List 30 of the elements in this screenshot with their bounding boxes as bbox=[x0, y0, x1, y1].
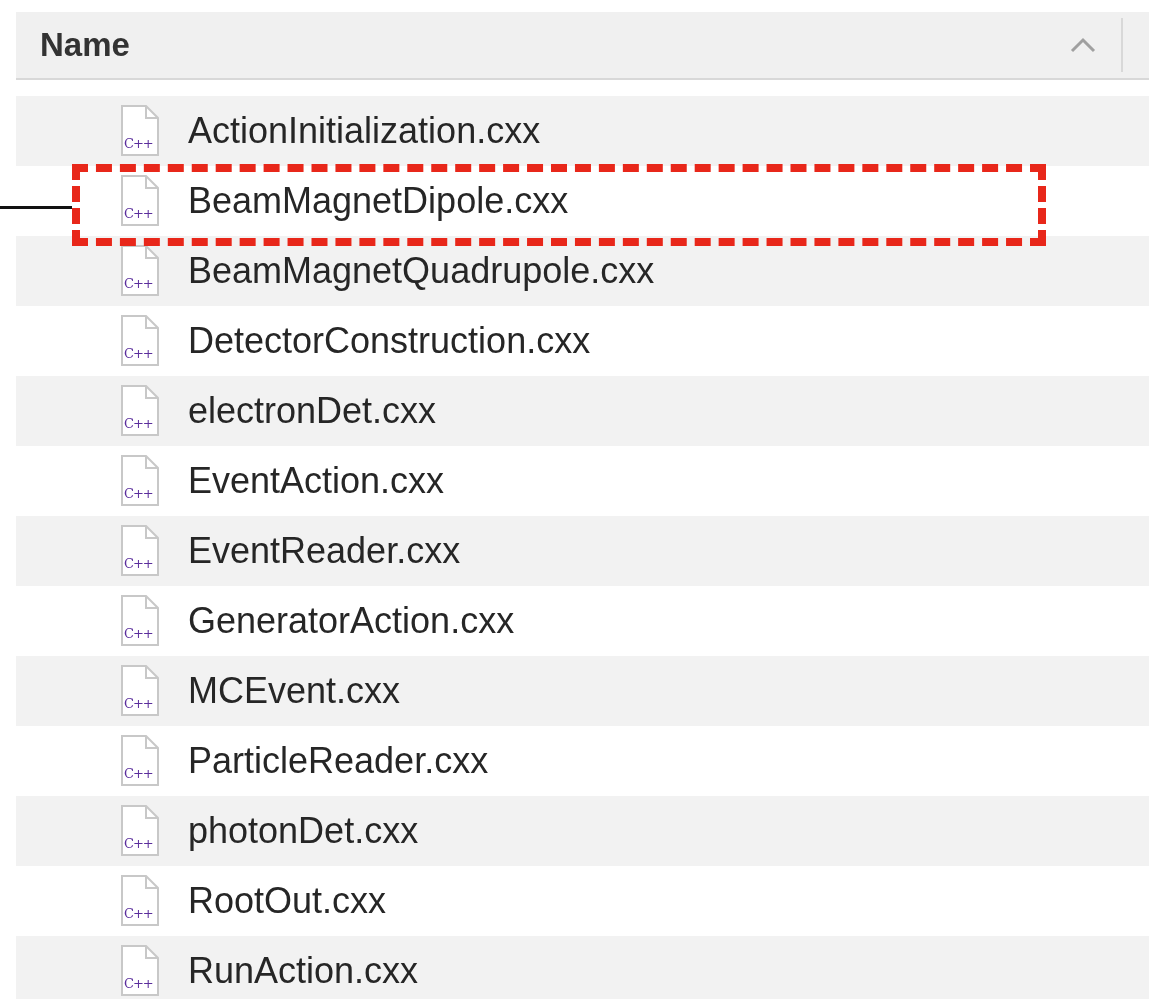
cpp-file-icon: C++ bbox=[120, 525, 160, 577]
file-name[interactable]: ActionInitialization.cxx bbox=[188, 110, 541, 152]
cpp-file-icon: C++ bbox=[120, 175, 160, 227]
leader-line bbox=[0, 206, 72, 209]
cpp-file-icon: C++ bbox=[120, 385, 160, 437]
file-name[interactable]: EventReader.cxx bbox=[188, 530, 461, 572]
column-header[interactable]: Name bbox=[16, 12, 1149, 80]
file-name[interactable]: RootOut.cxx bbox=[188, 880, 387, 922]
file-name[interactable]: electronDet.cxx bbox=[188, 390, 437, 432]
cpp-file-icon: C++ bbox=[120, 455, 160, 507]
cpp-file-icon: C++ bbox=[120, 875, 160, 927]
file-name[interactable]: MCEvent.cxx bbox=[188, 670, 401, 712]
file-name[interactable]: BeamMagnetQuadrupole.cxx bbox=[188, 250, 655, 292]
file-name[interactable]: photonDet.cxx bbox=[188, 810, 419, 852]
cpp-file-icon: C++ bbox=[120, 595, 160, 647]
cpp-file-icon: C++ bbox=[120, 105, 160, 157]
cpp-file-icon: C++ bbox=[120, 665, 160, 717]
file-name[interactable]: RunAction.cxx bbox=[188, 950, 419, 992]
file-name[interactable]: EventAction.cxx bbox=[188, 460, 445, 502]
file-name[interactable]: DetectorConstruction.cxx bbox=[188, 320, 591, 362]
cpp-file-icon: C++ bbox=[120, 805, 160, 857]
cpp-file-icon: C++ bbox=[120, 735, 160, 787]
cpp-file-icon: C++ bbox=[120, 315, 160, 367]
file-name[interactable]: BeamMagnetDipole.cxx bbox=[188, 180, 569, 222]
file-name[interactable]: ParticleReader.cxx bbox=[188, 740, 489, 782]
cpp-file-icon: C++ bbox=[120, 945, 160, 997]
cpp-file-icon: C++ bbox=[120, 245, 160, 297]
sort-up-icon[interactable] bbox=[1069, 36, 1097, 54]
column-title: Name bbox=[40, 26, 131, 64]
file-name[interactable]: GeneratorAction.cxx bbox=[188, 600, 515, 642]
